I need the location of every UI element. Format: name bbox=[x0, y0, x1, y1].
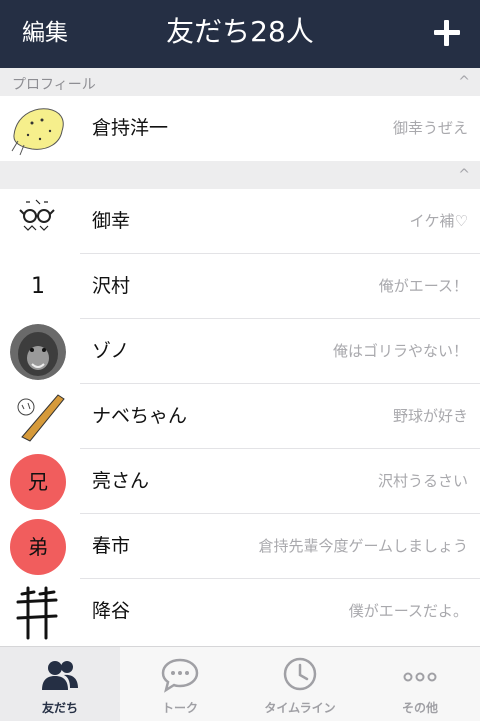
friend-name: ナベちゃん bbox=[92, 405, 188, 427]
friend-name: 春市 bbox=[92, 535, 131, 557]
status-message: 俺はゴリラやない！ bbox=[332, 342, 468, 360]
status-message: 沢村うるさい bbox=[377, 472, 468, 490]
tab-timeline[interactable]: タイムライン bbox=[240, 647, 360, 721]
tab-label: その他 bbox=[401, 701, 438, 715]
avatar: 1 bbox=[31, 274, 45, 299]
status-message: 俺がエース！ bbox=[378, 277, 468, 295]
app-header: 編集 友だち28人 bbox=[0, 0, 480, 68]
collapse-chevron-icon[interactable]: ^ bbox=[458, 167, 470, 183]
friends-section-header[interactable]: ^ bbox=[0, 161, 480, 189]
friend-row[interactable]: 兄 亮さん 沢村うるさい bbox=[0, 449, 480, 514]
tab-talk[interactable]: トーク bbox=[120, 647, 240, 721]
tab-label: タイムライン bbox=[264, 701, 336, 715]
status-message: 御幸うぜえ bbox=[392, 119, 468, 137]
more-dots-icon bbox=[403, 672, 437, 682]
bat-doodle-icon bbox=[10, 389, 66, 445]
bottom-tab-bar: 友だち トーク タイムライン その他 bbox=[0, 646, 480, 721]
clock-icon bbox=[283, 657, 317, 691]
page-title: 友だち28人 bbox=[166, 15, 314, 48]
avatar: 弟 bbox=[10, 519, 66, 575]
status-message: 倉持先輩今度ゲームしましょう bbox=[258, 537, 468, 555]
my-profile-row[interactable]: 倉持洋一 御幸うぜえ bbox=[0, 96, 480, 161]
status-message: イケ補♡ bbox=[409, 212, 468, 230]
kanji-doodle-icon bbox=[10, 584, 66, 640]
profile-section-header[interactable]: プロフィール ^ bbox=[0, 68, 480, 96]
friend-name: ゾノ bbox=[92, 340, 130, 362]
avatar bbox=[10, 584, 66, 640]
friend-row[interactable]: 弟 春市 倉持先輩今度ゲームしましょう bbox=[0, 514, 480, 579]
avatar bbox=[10, 194, 66, 250]
tab-label: トーク bbox=[161, 701, 198, 715]
avatar bbox=[10, 101, 66, 157]
friend-name: 御幸 bbox=[92, 210, 131, 232]
tab-more[interactable]: その他 bbox=[360, 647, 480, 721]
friend-row[interactable]: ゾノ 俺はゴリラやない！ bbox=[0, 319, 480, 384]
status-message: 僕がエースだよ。 bbox=[348, 602, 468, 620]
status-message: 野球が好き bbox=[392, 407, 468, 425]
friend-row[interactable]: ナベちゃん 野球が好き bbox=[0, 384, 480, 449]
friend-name: 倉持洋一 bbox=[92, 117, 169, 139]
profile-section-label: プロフィール bbox=[12, 77, 96, 93]
avatar bbox=[10, 324, 66, 380]
gorilla-photo-icon bbox=[10, 324, 66, 380]
friend-name: 亮さん bbox=[92, 470, 150, 492]
chat-bubble-icon bbox=[161, 658, 199, 693]
friend-row[interactable]: 降谷 僕がエースだよ。 bbox=[0, 579, 480, 644]
friend-name: 降谷 bbox=[92, 600, 131, 622]
friends-icon bbox=[42, 661, 78, 690]
add-friend-icon[interactable] bbox=[434, 20, 460, 46]
tab-friends[interactable]: 友だち bbox=[0, 647, 120, 721]
avatar: 兄 bbox=[10, 454, 66, 510]
collapse-chevron-icon[interactable]: ^ bbox=[458, 74, 470, 90]
glasses-doodle-icon bbox=[10, 194, 66, 250]
friend-row[interactable]: 御幸 イケ補♡ bbox=[0, 189, 480, 254]
tab-label: 友だち bbox=[41, 701, 78, 715]
friend-row[interactable]: 1 沢村 俺がエース！ bbox=[0, 254, 480, 319]
avatar bbox=[10, 389, 66, 445]
doodle-avatar-icon bbox=[10, 101, 66, 157]
friend-name: 沢村 bbox=[92, 275, 131, 297]
